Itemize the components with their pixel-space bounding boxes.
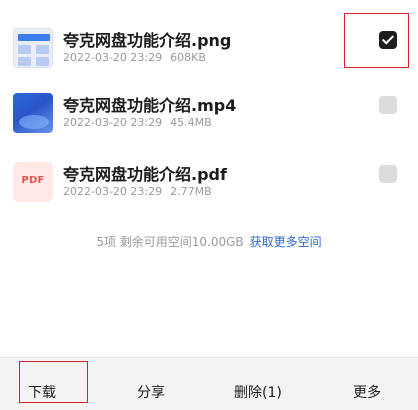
file-date: 2022-03-20 23:29 <box>63 51 163 64</box>
file-meta: 2022-03-20 23:29 608KB <box>63 51 206 64</box>
file-name: 夸克网盘功能介绍.mp4 <box>63 96 237 115</box>
file-checkbox[interactable] <box>379 96 397 114</box>
file-date: 2022-03-20 23:29 <box>63 185 163 198</box>
file-checkbox[interactable] <box>379 31 397 49</box>
file-name: 夸克网盘功能介绍.png <box>63 31 232 50</box>
storage-info: 5项 剩余可用空间10.00GB 获取更多空间 <box>0 233 418 250</box>
file-checkbox[interactable] <box>379 165 397 183</box>
storage-summary: 5项 剩余可用空间10.00GB <box>96 235 244 249</box>
file-name: 夸克网盘功能介绍.pdf <box>63 165 227 184</box>
share-button[interactable]: 分享 <box>137 382 165 402</box>
download-button[interactable]: 下载 <box>28 382 56 402</box>
file-size: 45.4MB <box>170 116 212 129</box>
more-button[interactable]: 更多 <box>353 382 381 402</box>
file-row[interactable]: PDF 夸克网盘功能介绍.pdf 2022-03-20 23:29 2.77MB <box>0 158 418 218</box>
file-meta: 2022-03-20 23:29 45.4MB <box>63 116 212 129</box>
video-thumbnail-icon <box>13 93 53 133</box>
delete-button[interactable]: 删除(1) <box>234 382 282 402</box>
bottom-action-bar: 下载 分享 删除(1) 更多 <box>0 357 418 410</box>
file-size: 608KB <box>170 51 206 64</box>
get-more-space-link[interactable]: 获取更多空间 <box>250 235 322 249</box>
file-date: 2022-03-20 23:29 <box>63 116 163 129</box>
pdf-file-icon: PDF <box>13 162 53 202</box>
file-row[interactable]: 夸克网盘功能介绍.png 2022-03-20 23:29 608KB <box>0 24 418 84</box>
file-meta: 2022-03-20 23:29 2.77MB <box>63 185 212 198</box>
image-thumbnail-icon <box>13 28 53 68</box>
file-row[interactable]: 夸克网盘功能介绍.mp4 2022-03-20 23:29 45.4MB <box>0 89 418 149</box>
pdf-thumb-label: PDF <box>21 175 45 186</box>
file-size: 2.77MB <box>170 185 212 198</box>
